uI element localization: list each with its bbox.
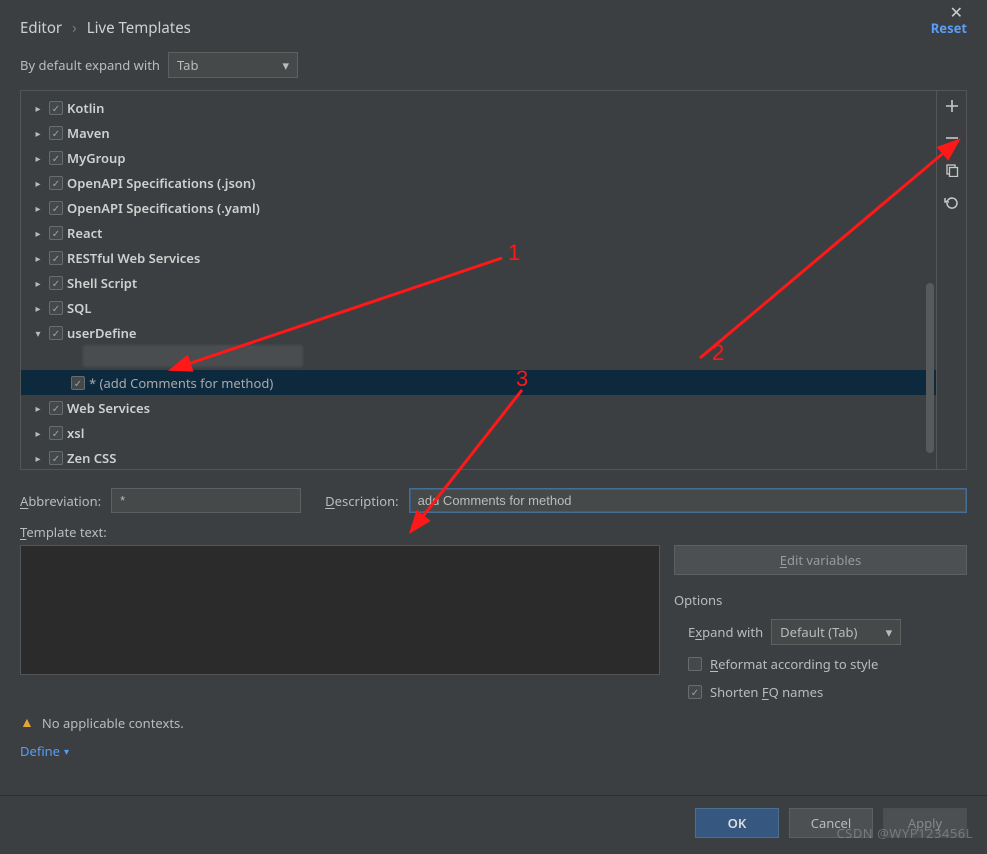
tree-label: Shell Script xyxy=(67,274,137,292)
duplicate-button[interactable] xyxy=(943,161,961,179)
warning-icon: ▲ xyxy=(20,713,34,732)
cancel-button[interactable]: Cancel xyxy=(789,808,873,838)
checkbox[interactable] xyxy=(49,226,63,240)
reformat-checkbox[interactable] xyxy=(688,657,702,671)
tree-group-maven[interactable]: ▸ Maven xyxy=(21,120,936,145)
template-tree[interactable]: ▸ Kotlin ▸ Maven ▸ MyGroup ▸ Ope xyxy=(20,90,937,470)
template-text-label: Template text: xyxy=(20,523,967,541)
scrollbar-thumb[interactable] xyxy=(926,283,934,453)
checkbox[interactable] xyxy=(49,401,63,415)
chevron-right-icon: ▸ xyxy=(31,276,45,290)
tree-label: MyGroup xyxy=(67,149,125,167)
tree-label: Kotlin xyxy=(67,99,104,117)
checkbox[interactable] xyxy=(49,151,63,165)
tree-group-zencss[interactable]: ▸ Zen CSS xyxy=(21,445,936,470)
chevron-down-icon: ▾ xyxy=(31,326,45,340)
tree-label: Zen CSS xyxy=(67,449,116,467)
description-label: Description: xyxy=(325,492,398,510)
window-close-icon[interactable]: ✕ xyxy=(950,4,963,20)
chevron-right-icon: ▸ xyxy=(31,201,45,215)
default-expand-select[interactable]: Tab ▾ xyxy=(168,52,298,78)
chevron-right-icon: ▸ xyxy=(31,426,45,440)
tree-group-react[interactable]: ▸ React xyxy=(21,220,936,245)
breadcrumb-current: Live Templates xyxy=(87,18,191,38)
chevron-right-icon: ▸ xyxy=(31,126,45,140)
tree-label: OpenAPI Specifications (.yaml) xyxy=(67,199,260,217)
tree-label: React xyxy=(67,224,102,242)
breadcrumb-sep-icon: › xyxy=(72,18,77,38)
checkbox[interactable] xyxy=(49,251,63,265)
remove-button[interactable] xyxy=(943,129,961,147)
ok-button[interactable]: OK xyxy=(695,808,779,838)
chevron-down-icon: ▾ xyxy=(282,56,289,74)
reformat-label: Reformat according to style xyxy=(710,655,878,673)
tree-label: RESTful Web Services xyxy=(67,249,200,267)
add-button[interactable] xyxy=(943,97,961,115)
chevron-right-icon: ▸ xyxy=(31,401,45,415)
tree-group-openapi-json[interactable]: ▸ OpenAPI Specifications (.json) xyxy=(21,170,936,195)
tree-group-shell[interactable]: ▸ Shell Script xyxy=(21,270,936,295)
breadcrumb: Editor › Live Templates xyxy=(20,18,191,38)
tree-item-add-comments[interactable]: * (add Comments for method) xyxy=(21,370,936,395)
chevron-right-icon: ▸ xyxy=(31,301,45,315)
expand-with-select[interactable]: Default (Tab) ▾ xyxy=(771,619,901,645)
tree-group-userdefine[interactable]: ▾ userDefine xyxy=(21,320,936,345)
checkbox[interactable] xyxy=(49,101,63,115)
checkbox[interactable] xyxy=(71,376,85,390)
checkbox[interactable] xyxy=(49,126,63,140)
chevron-down-icon: ▾ xyxy=(64,744,69,758)
checkbox[interactable] xyxy=(49,176,63,190)
description-input[interactable] xyxy=(409,488,967,513)
tree-group-openapi-yaml[interactable]: ▸ OpenAPI Specifications (.yaml) xyxy=(21,195,936,220)
checkbox[interactable] xyxy=(49,301,63,315)
tree-label: * (add Comments for method) xyxy=(89,374,273,392)
expand-with-label: Expand with xyxy=(688,623,763,641)
edit-variables-button[interactable]: Edit variables xyxy=(674,545,967,575)
tree-label: Web Services xyxy=(67,399,150,417)
chevron-right-icon: ▸ xyxy=(31,251,45,265)
tree-group-restful[interactable]: ▸ RESTful Web Services xyxy=(21,245,936,270)
checkbox[interactable] xyxy=(49,326,63,340)
chevron-right-icon: ▸ xyxy=(31,451,45,465)
revert-button[interactable] xyxy=(943,193,961,211)
chevron-down-icon: ▾ xyxy=(886,623,893,641)
breadcrumb-parent[interactable]: Editor xyxy=(20,18,62,38)
checkbox[interactable] xyxy=(49,201,63,215)
tree-label: Maven xyxy=(67,124,110,142)
default-expand-value: Tab xyxy=(177,56,198,74)
chevron-right-icon: ▸ xyxy=(31,226,45,240)
chevron-right-icon: ▸ xyxy=(31,151,45,165)
abbreviation-input[interactable] xyxy=(111,488,301,513)
checkbox[interactable] xyxy=(49,276,63,290)
context-warning-text: No applicable contexts. xyxy=(42,714,184,732)
tree-group-webservices[interactable]: ▸ Web Services xyxy=(21,395,936,420)
checkbox[interactable] xyxy=(49,426,63,440)
shorten-label: Shorten FQ names xyxy=(710,683,823,701)
tree-group-kotlin[interactable]: ▸ Kotlin xyxy=(21,95,936,120)
define-context-link[interactable]: Define ▾ xyxy=(20,742,967,760)
template-text-input[interactable] xyxy=(20,545,660,675)
abbreviation-label: AAbbreviation:bbreviation: xyxy=(20,492,101,510)
tree-group-xsl[interactable]: ▸ xsl xyxy=(21,420,936,445)
tree-label: SQL xyxy=(67,299,91,317)
tree-group-sql[interactable]: ▸ SQL xyxy=(21,295,936,320)
options-title: Options xyxy=(674,591,967,609)
expand-with-value: Default (Tab) xyxy=(780,623,857,641)
checkbox[interactable] xyxy=(49,451,63,465)
chevron-right-icon: ▸ xyxy=(31,176,45,190)
default-expand-label: By default expand with xyxy=(20,56,160,74)
tree-label: OpenAPI Specifications (.json) xyxy=(67,174,255,192)
tree-group-mygroup[interactable]: ▸ MyGroup xyxy=(21,145,936,170)
shorten-checkbox[interactable] xyxy=(688,685,702,699)
apply-button[interactable]: Apply xyxy=(883,808,967,838)
tree-label: xsl xyxy=(67,424,84,442)
chevron-right-icon: ▸ xyxy=(31,101,45,115)
tree-label: userDefine xyxy=(67,324,136,342)
tree-toolbar xyxy=(937,90,967,470)
redacted-region xyxy=(83,345,303,367)
